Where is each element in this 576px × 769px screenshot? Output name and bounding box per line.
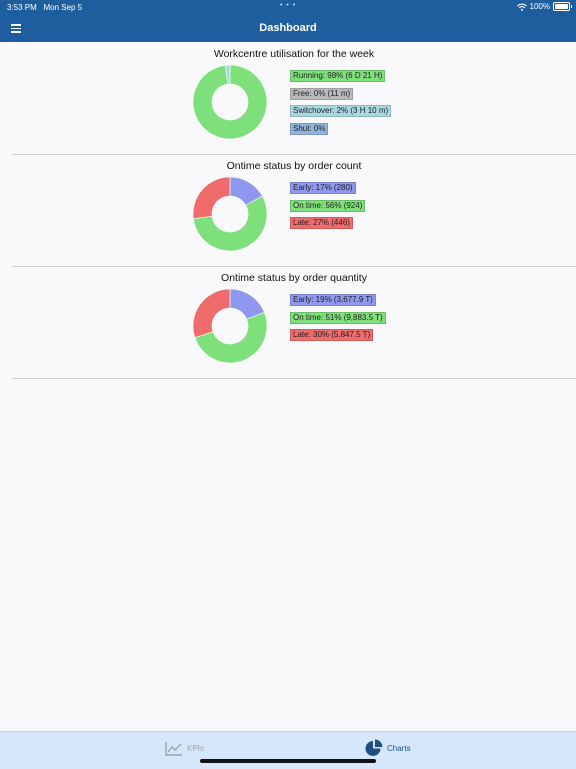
pie-chart-icon — [365, 739, 383, 756]
donut-chart-order-quantity — [192, 288, 268, 364]
donut-chart-order-count — [192, 176, 268, 252]
chart-legend: Early: 17% (280) On time: 56% (924) Late… — [290, 182, 366, 235]
legend-item-on-time: On time: 56% (924) — [290, 199, 366, 212]
legend-item-shut: Shut: 0% — [290, 122, 329, 135]
wifi-icon — [516, 3, 527, 11]
chart-section-order-count: Ontime status by order count Early: 17% … — [12, 154, 576, 267]
battery-fill — [555, 4, 568, 9]
page-title: Dashboard — [259, 22, 317, 34]
battery-icon — [553, 2, 572, 11]
line-chart-icon — [165, 741, 182, 756]
navigation-bar: Dashboard — [0, 14, 576, 42]
chart-legend: Early: 19% (3,677.9 T) On time: 51% (9,8… — [290, 294, 386, 347]
legend-item-on-time: On time: 51% (9,883.5 T) — [290, 311, 386, 324]
status-right: 100% — [516, 2, 572, 11]
home-indicator — [200, 759, 376, 763]
status-date: Mon Sep 5 — [43, 3, 83, 12]
donut-slice-late — [192, 288, 231, 339]
chart-title: Workcentre utilisation for the week — [213, 48, 375, 60]
chart-section-utilisation: Workcentre utilisation for the week Runn… — [12, 42, 576, 155]
tab-label-charts: Charts — [387, 743, 411, 753]
tab-charts[interactable]: Charts — [365, 738, 411, 758]
tab-label-kpis: KPIs — [187, 743, 204, 753]
multitasking-dots: • • • — [280, 2, 297, 9]
legend-item-late: Late: 30% (5,847.5 T) — [290, 329, 374, 341]
status-bar: 3:53 PM Mon Sep 5 • • • 100% — [0, 0, 576, 14]
donut-chart-utilisation — [192, 64, 268, 140]
tab-kpis[interactable]: KPIs — [165, 738, 204, 758]
chart-title: Ontime status by order count — [226, 160, 362, 172]
donut-slice-late — [192, 176, 231, 220]
legend-item-late: Late: 27% (446) — [290, 217, 353, 229]
legend-item-early: Early: 17% (280) — [290, 182, 356, 194]
legend-item-switchover: Switchover: 2% (3 H 10 m) — [290, 105, 392, 117]
chart-section-order-quantity: Ontime status by order quantity Early: 1… — [12, 266, 576, 379]
legend-item-running: Running: 98% (6 D 21 H) — [290, 70, 386, 82]
status-time: 3:53 PM Mon Sep 5 — [7, 3, 83, 12]
chart-legend: Running: 98% (6 D 21 H) Free: 0% (11 m) … — [290, 70, 392, 140]
tab-bar: KPIs Charts — [0, 731, 576, 769]
legend-item-free: Free: 0% (11 m) — [290, 87, 354, 100]
battery-percent: 100% — [529, 2, 550, 11]
chart-title: Ontime status by order quantity — [221, 272, 367, 284]
legend-item-early: Early: 19% (3,677.9 T) — [290, 294, 376, 306]
